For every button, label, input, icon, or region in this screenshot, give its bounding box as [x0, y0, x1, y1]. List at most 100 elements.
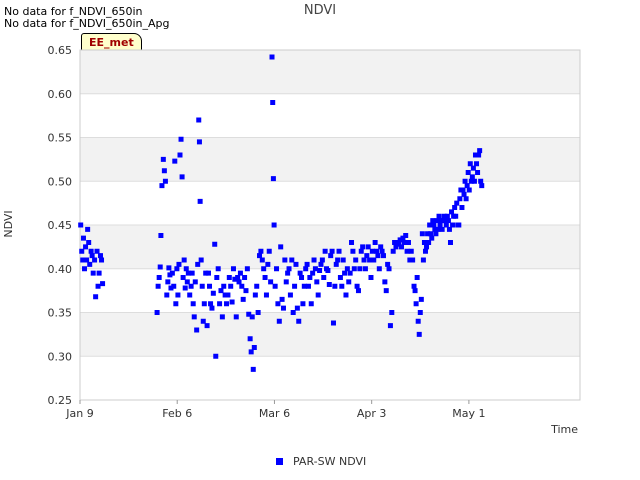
data-point [175, 292, 181, 298]
data-point [292, 283, 298, 289]
data-point [97, 253, 103, 259]
data-point [210, 290, 216, 296]
data-point [325, 268, 331, 273]
data-point [439, 226, 445, 232]
data-point [389, 310, 395, 315]
data-point [340, 257, 346, 263]
data-point [314, 279, 320, 285]
data-point [405, 240, 411, 245]
data-point [158, 233, 164, 238]
data-point [410, 257, 416, 263]
data-point [240, 296, 246, 302]
data-point [276, 318, 282, 324]
data-point [250, 366, 256, 372]
data-point [285, 270, 291, 276]
data-point [212, 241, 218, 247]
data-point [154, 310, 160, 315]
data-point [279, 296, 285, 302]
data-point [161, 168, 167, 174]
data-point [382, 279, 388, 285]
data-point [422, 248, 428, 254]
data-point [228, 283, 234, 289]
data-point [361, 257, 367, 263]
y-tick-label: 0.30 [48, 350, 73, 363]
data-point [242, 275, 248, 280]
data-point [191, 314, 197, 320]
data-point [286, 266, 292, 272]
data-point [275, 301, 281, 307]
data-point [164, 292, 170, 298]
data-point [460, 187, 466, 193]
data-point [378, 244, 384, 250]
data-point [383, 288, 389, 294]
data-point [262, 275, 268, 280]
data-point [199, 283, 205, 289]
data-point [304, 261, 310, 267]
data-point [318, 261, 324, 267]
data-point [237, 270, 243, 276]
data-point [258, 248, 264, 254]
data-point [183, 266, 189, 272]
data-point [342, 270, 348, 276]
data-point [159, 183, 165, 189]
data-point [424, 244, 430, 250]
data-point [362, 266, 368, 272]
data-point [83, 244, 89, 250]
data-point [321, 275, 327, 280]
data-point [290, 310, 296, 315]
data-point [307, 275, 313, 280]
data-point [244, 266, 250, 272]
y-tick-label: 0.25 [48, 394, 73, 407]
data-point [478, 178, 484, 184]
data-point [269, 54, 275, 60]
data-point [436, 213, 442, 219]
data-point [296, 318, 302, 324]
data-point [476, 152, 482, 158]
ndvi-scatter-chart: 0.25 0.30 0.35 0.40 0.45 0.50 0.55 0.60 0.65 Jan … [48, 44, 581, 420]
data-point [85, 226, 91, 232]
data-point [368, 275, 374, 280]
data-point [243, 288, 249, 294]
data-point [457, 196, 463, 202]
data-point [475, 170, 481, 175]
data-point [87, 261, 93, 267]
data-point [192, 279, 198, 285]
data-point [456, 222, 462, 228]
data-point [464, 183, 470, 189]
data-point [463, 196, 469, 202]
data-point [380, 253, 386, 259]
data-point [190, 301, 196, 307]
data-point [333, 261, 339, 267]
data-point [249, 314, 255, 320]
data-point [413, 301, 419, 307]
data-point [459, 205, 465, 210]
data-point [454, 200, 460, 206]
data-point [293, 261, 299, 267]
data-point [247, 336, 253, 342]
data-point [431, 222, 437, 228]
data-point [78, 222, 84, 228]
data-point [308, 301, 314, 307]
data-point [360, 244, 366, 250]
data-point [271, 222, 277, 228]
data-point [289, 257, 295, 263]
y-tick-label: 0.40 [48, 263, 73, 276]
data-point [387, 323, 393, 329]
data-point [239, 283, 245, 289]
data-point [372, 240, 378, 245]
data-point [337, 275, 343, 280]
data-point [84, 257, 90, 263]
data-point [365, 244, 371, 250]
data-point [196, 139, 202, 145]
data-point [467, 161, 473, 167]
data-point [213, 353, 219, 359]
data-point [160, 156, 166, 162]
data-point [477, 148, 483, 154]
data-point [364, 253, 370, 259]
data-point [446, 226, 452, 232]
y-tick-label: 0.65 [48, 44, 73, 57]
data-point [420, 257, 426, 263]
data-point [80, 235, 86, 241]
data-point [217, 301, 223, 307]
data-point [176, 261, 182, 267]
